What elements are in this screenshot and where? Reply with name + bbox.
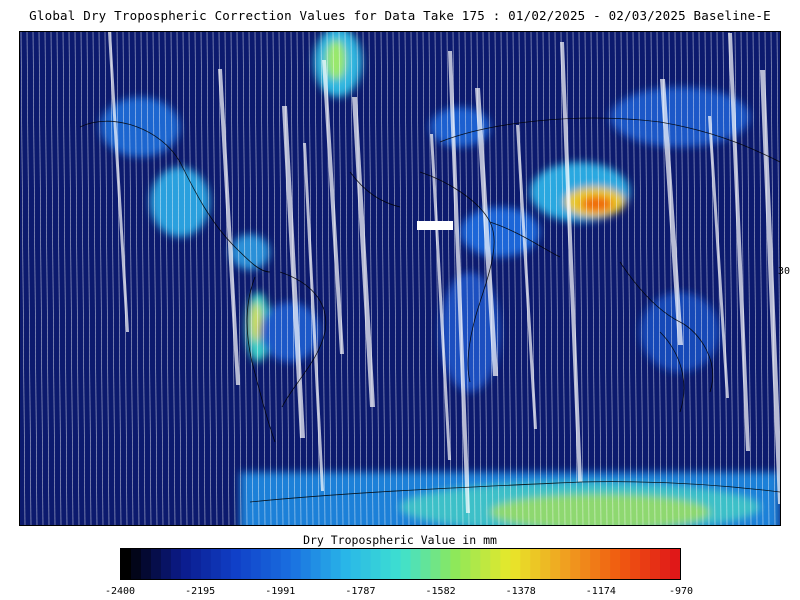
colorbar-segment <box>490 549 501 579</box>
colorbar-segment <box>430 549 442 579</box>
colorbar-segment <box>570 549 581 579</box>
map-edge-label: 30 <box>778 266 791 277</box>
colorbar-segment <box>170 549 182 579</box>
map-canvas <box>20 32 780 525</box>
colorbar-gradient <box>121 549 680 579</box>
colorbar-segment <box>390 549 402 579</box>
colorbar-segment <box>350 549 362 579</box>
colorbar-segment <box>470 549 481 579</box>
colorbar-segment <box>340 549 352 579</box>
colorbar-segment <box>450 549 461 579</box>
colorbar-segment <box>230 549 242 579</box>
colorbar-segment <box>180 549 192 579</box>
colorbar-segment <box>360 549 372 579</box>
colorbar-segment <box>310 549 322 579</box>
colorbar-segment <box>280 549 292 579</box>
colorbar-segment <box>500 549 511 579</box>
colorbar-tick-label: -1991 <box>265 586 296 597</box>
colorbar-segment <box>130 549 142 579</box>
colorbar-segment <box>460 549 471 579</box>
colorbar-segment <box>290 549 302 579</box>
colorbar-tick-label: -2400 <box>104 586 136 597</box>
colorbar-segment <box>370 549 382 579</box>
colorbar-tick-label: -970 <box>668 586 694 597</box>
colorbar-segment <box>400 549 412 579</box>
data-gap-block <box>417 221 453 230</box>
colorbar-segment <box>620 549 631 579</box>
colorbar-segment <box>610 549 621 579</box>
colorbar-segment <box>590 549 601 579</box>
colorbar-segment <box>670 549 680 579</box>
colorbar-segment <box>220 549 232 579</box>
colorbar-segment <box>250 549 262 579</box>
colorbar-segment <box>210 549 222 579</box>
colorbar-segment <box>510 549 521 579</box>
colorbar-segment <box>630 549 641 579</box>
colorbar-segment <box>540 549 551 579</box>
colorbar <box>120 548 681 580</box>
colorbar-segment <box>650 549 661 579</box>
colorbar-segment <box>560 549 571 579</box>
colorbar-segment <box>200 549 212 579</box>
colorbar-segment <box>160 549 172 579</box>
colorbar-tick-label: -1582 <box>425 586 456 597</box>
global-map <box>19 31 781 526</box>
colorbar-segment <box>420 549 432 579</box>
colorbar-segment <box>520 549 531 579</box>
colorbar-title: Dry Tropospheric Value in mm <box>303 533 497 547</box>
colorbar-segment <box>600 549 611 579</box>
colorbar-segment <box>440 549 452 579</box>
colorbar-tick-label: -1174 <box>585 586 616 597</box>
colorbar-segment <box>150 549 162 579</box>
colorbar-tick-label: -1787 <box>345 586 376 597</box>
chart-title: Global Dry Tropospheric Correction Value… <box>29 8 771 23</box>
colorbar-segment <box>320 549 332 579</box>
colorbar-segment <box>270 549 282 579</box>
colorbar-segment <box>660 549 671 579</box>
colorbar-segment <box>300 549 312 579</box>
colorbar-segment <box>480 549 491 579</box>
colorbar-tick-label: -2195 <box>185 586 216 597</box>
colorbar-segment <box>640 549 651 579</box>
colorbar-segment <box>330 549 342 579</box>
colorbar-segment <box>140 549 152 579</box>
colorbar-segment <box>260 549 272 579</box>
colorbar-segment <box>380 549 392 579</box>
colorbar-tick-label: -1378 <box>505 586 536 597</box>
colorbar-segment <box>410 549 422 579</box>
colorbar-segment <box>550 549 561 579</box>
colorbar-segment <box>121 549 132 579</box>
colorbar-segment <box>190 549 202 579</box>
colorbar-segment <box>580 549 591 579</box>
colorbar-segment <box>530 549 541 579</box>
colorbar-segment <box>240 549 252 579</box>
